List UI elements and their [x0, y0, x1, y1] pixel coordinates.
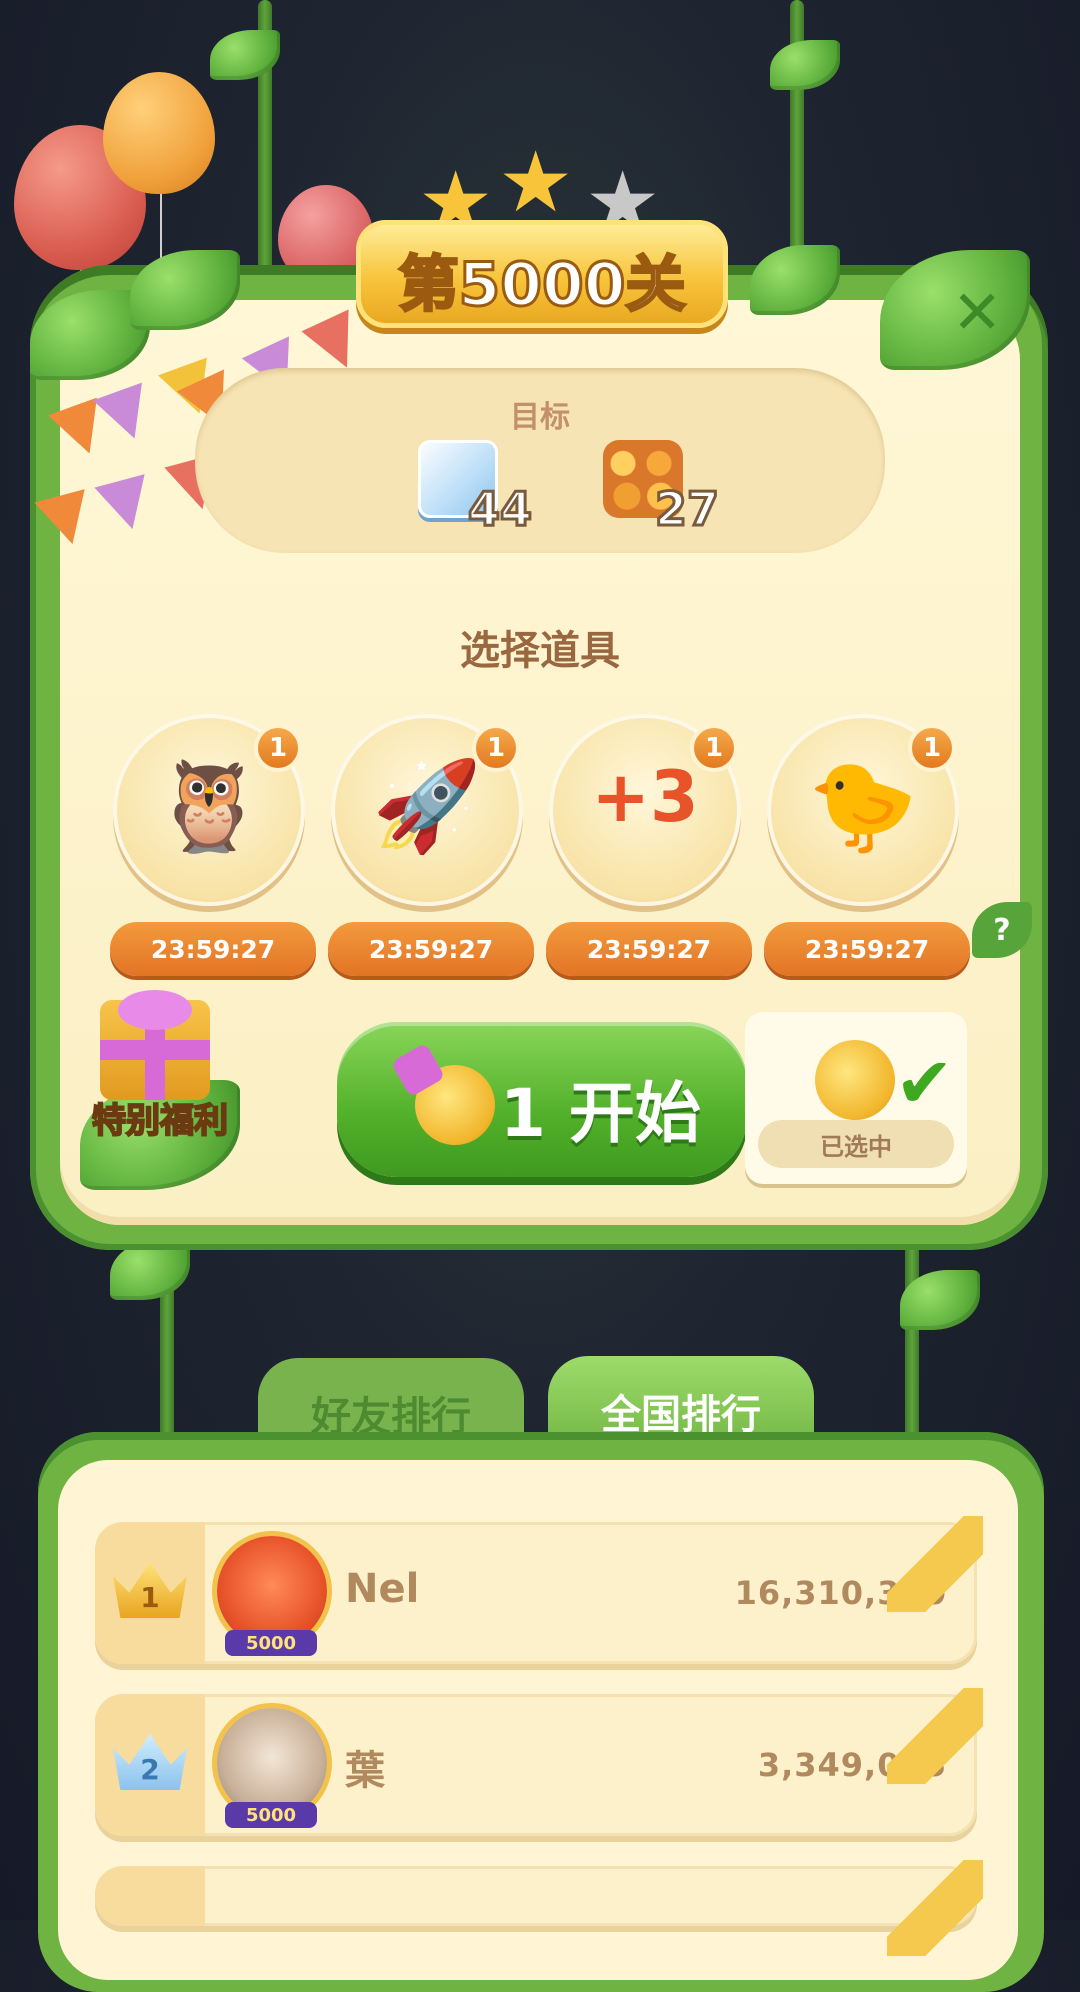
star-earned-icon: ★ — [498, 133, 574, 231]
special-offer-label[interactable]: 特别福利 — [80, 1093, 240, 1142]
leaderboard-row[interactable]: 1 5000 Nel 16,310,370 — [95, 1516, 983, 1664]
gift-bow — [118, 990, 192, 1030]
leaderboard-row[interactable] — [95, 1860, 983, 1956]
close-icon[interactable]: ✕ — [952, 278, 1002, 348]
rank-cell: 2 — [95, 1694, 205, 1836]
level-badge: 5000 — [225, 1630, 317, 1656]
vine — [905, 1240, 919, 1440]
booster-count-badge: 1 — [690, 724, 738, 772]
booster-timer: 23:59:27 — [110, 922, 316, 976]
level-title: 第5000关 — [397, 249, 687, 322]
booster-timer: 23:59:27 — [764, 922, 970, 976]
rank-cell — [95, 1866, 205, 1926]
player-name: Nel — [345, 1566, 420, 1612]
booster-timer: 23:59:27 — [328, 922, 534, 976]
booster-count-badge: 1 — [908, 724, 956, 772]
star-ribbon-icon — [887, 1688, 983, 1784]
level-badge: 5000 — [225, 1802, 317, 1828]
selected-label: 已选中 — [758, 1120, 954, 1168]
rank-number: 1 — [140, 1581, 160, 1614]
goal-label: 目标 — [510, 400, 570, 435]
rank-cell: 1 — [95, 1522, 205, 1664]
leaf-decoration — [770, 40, 840, 90]
gold-crown-icon: 1 — [113, 1562, 187, 1618]
potion-icon — [815, 1040, 895, 1120]
booster-count-badge: 1 — [472, 724, 520, 772]
booster-count-badge: 1 — [254, 724, 302, 772]
booster-section-title: 选择道具 — [460, 628, 620, 674]
firework-rockets-icon: 🚀 — [372, 754, 482, 857]
rank-number: 2 — [140, 1753, 160, 1786]
checkmark-icon: ✔ — [895, 1042, 954, 1124]
star-ribbon-icon — [887, 1516, 983, 1612]
orange-balloon-icon — [103, 72, 215, 194]
goal-count: 27 — [653, 481, 720, 538]
hippo-chick-swap-icon: 🐤 — [808, 754, 918, 857]
start-button-label[interactable]: 1 开始 — [500, 1060, 701, 1156]
silver-crown-icon: 2 — [113, 1734, 187, 1790]
goal-count: 44 — [466, 481, 533, 538]
star-ribbon-icon — [887, 1860, 983, 1956]
leaderboard-row[interactable]: 2 5000 葉 3,349,085 — [95, 1688, 983, 1836]
rainbow-owl-icon: 🦉 — [154, 754, 264, 857]
booster-timer: 23:59:27 — [546, 922, 752, 976]
player-name: 葉 — [345, 1748, 385, 1794]
start-count: 1 — [500, 1075, 546, 1152]
start-text: 开始 — [568, 1075, 701, 1152]
plus-three-moves-icon: +3 — [591, 756, 699, 838]
